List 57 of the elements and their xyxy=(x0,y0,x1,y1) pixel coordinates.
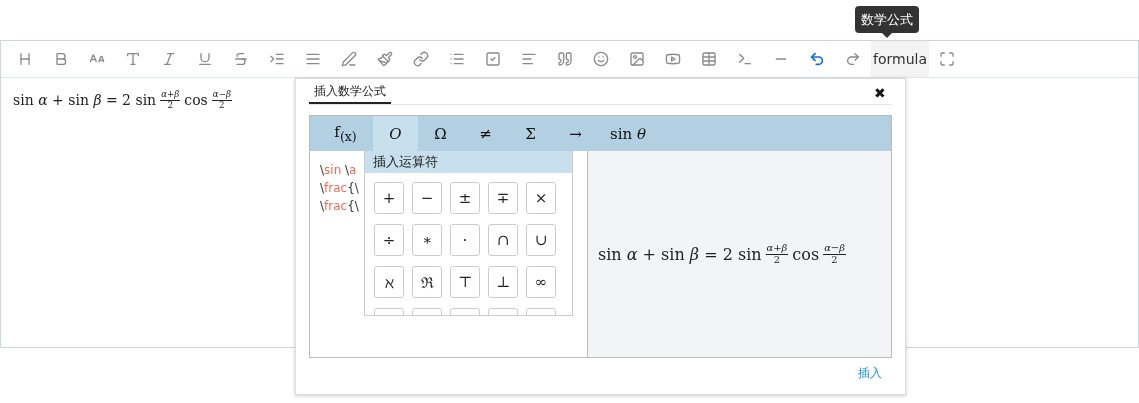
italic-icon[interactable] xyxy=(161,51,177,67)
symbol-button[interactable]: ÷ xyxy=(374,224,404,256)
strikethrough-icon[interactable] xyxy=(233,51,249,67)
category-tab[interactable]: f$_{(x)}$ xyxy=(318,116,373,151)
symbol-button[interactable]: ⊤ xyxy=(450,266,480,298)
menu-title: 插入运算符 xyxy=(365,151,572,173)
symbol-button[interactable]: ∩ xyxy=(488,224,518,256)
symbol-button[interactable]: + xyxy=(374,182,404,214)
insert-link[interactable]: 插入 xyxy=(858,364,882,382)
symbol-button[interactable]: − xyxy=(412,182,442,214)
terminal-icon[interactable] xyxy=(737,51,753,67)
heading-icon[interactable] xyxy=(17,51,33,67)
close-button[interactable]: ✖ xyxy=(868,85,892,104)
task-list-icon[interactable] xyxy=(485,51,501,67)
category-tab[interactable]: ≠ xyxy=(463,116,508,151)
symbol-button[interactable]: ∞ xyxy=(526,266,556,298)
formula-preview: sin α + sin β = 2 sin α+β 2 cos α−β 2 xyxy=(598,242,846,266)
category-tab[interactable]: O xyxy=(373,116,418,151)
category-tab[interactable]: → xyxy=(553,116,598,151)
symbol-button[interactable]: ∓ xyxy=(488,182,518,214)
image-icon[interactable] xyxy=(629,51,645,67)
symbol-button[interactable]: ∪ xyxy=(526,224,556,256)
symbol-button[interactable]: ℜ xyxy=(412,266,442,298)
symbol-button[interactable]: × xyxy=(526,182,556,214)
formula-text: sin α + sin β = 2 sin α+β 2 cos α−β 2 xyxy=(13,90,232,111)
symbol-button[interactable]: ℵ xyxy=(374,266,404,298)
quote-icon[interactable] xyxy=(557,51,573,67)
category-tab[interactable]: sin θ xyxy=(598,116,658,151)
category-tab[interactable]: Σ xyxy=(508,116,553,151)
formula-button[interactable]: formula xyxy=(871,41,929,77)
video-icon[interactable] xyxy=(665,51,681,67)
align-icon[interactable] xyxy=(305,51,321,67)
symbol-button[interactable]: ∗ xyxy=(412,224,442,256)
indent-icon[interactable] xyxy=(269,51,285,67)
link-icon[interactable] xyxy=(413,51,429,67)
dialog-tab[interactable]: 插入数学公式 xyxy=(309,83,391,104)
tooltip-arrow-icon xyxy=(882,33,892,38)
symbol-button[interactable]: ± xyxy=(450,182,480,214)
list-icon[interactable] xyxy=(449,51,465,67)
code-line: \sin \a xyxy=(320,162,357,179)
table-icon[interactable] xyxy=(701,51,717,67)
code-line: \frac{\ xyxy=(320,180,359,197)
brush-icon[interactable] xyxy=(377,51,393,67)
redo-icon[interactable] xyxy=(845,51,861,67)
underline-icon[interactable] xyxy=(197,51,213,67)
smile-icon[interactable] xyxy=(593,51,609,67)
tooltip: 数学公式 xyxy=(855,6,919,33)
font-icon[interactable] xyxy=(125,51,141,67)
pencil-icon[interactable] xyxy=(341,51,357,67)
code-line: \frac{\ xyxy=(320,198,359,215)
symbol-button[interactable]: · xyxy=(450,224,480,256)
bold-icon[interactable] xyxy=(53,51,69,67)
category-tab[interactable]: Ω xyxy=(418,116,463,151)
undo-icon[interactable] xyxy=(809,51,825,67)
fullscreen-icon[interactable] xyxy=(939,51,955,67)
align-left-icon[interactable] xyxy=(521,51,537,67)
symbol-button[interactable]: ⊥ xyxy=(488,266,518,298)
